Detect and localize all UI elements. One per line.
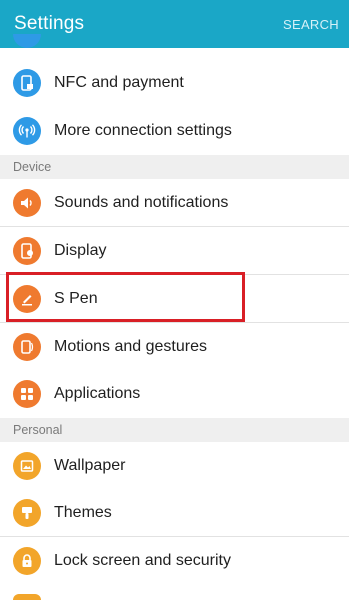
settings-item-label: Lock screen and security — [54, 552, 231, 569]
partial-bottom-icon — [13, 594, 41, 600]
settings-item-label: Themes — [54, 504, 112, 521]
settings-item-display[interactable]: Display — [0, 227, 349, 274]
highlight-box — [6, 272, 245, 322]
settings-item-nfc[interactable]: NFC and payment — [0, 59, 349, 106]
page-title: Settings — [14, 13, 85, 34]
brush-icon — [13, 499, 41, 527]
settings-item-applications[interactable]: Applications — [0, 370, 349, 417]
settings-item-label: Wallpaper — [54, 457, 126, 474]
settings-item-wallpaper[interactable]: Wallpaper — [0, 442, 349, 489]
settings-item-themes[interactable]: Themes — [0, 489, 349, 536]
section-header-personal: Personal — [0, 418, 349, 442]
settings-item-label: Sounds and notifications — [54, 194, 229, 211]
settings-item-label: Display — [54, 242, 107, 259]
section-label: Personal — [13, 423, 63, 437]
settings-item-label: Motions and gestures — [54, 338, 207, 355]
speaker-icon — [13, 189, 41, 217]
settings-item-motions[interactable]: Motions and gestures — [0, 323, 349, 370]
app-bar: Settings SEARCH — [0, 0, 349, 48]
nfc-icon — [13, 69, 41, 97]
settings-item-label: More connection settings — [54, 122, 232, 139]
motion-icon — [13, 333, 41, 361]
lock-icon — [13, 547, 41, 575]
section-header-device: Device — [0, 155, 349, 179]
section-label: Device — [13, 160, 52, 174]
settings-item-more-connection[interactable]: More connection settings — [0, 107, 349, 154]
display-icon — [13, 237, 41, 265]
apps-grid-icon — [13, 380, 41, 408]
wallpaper-icon — [13, 452, 41, 480]
settings-item-lock-screen[interactable]: Lock screen and security — [0, 537, 349, 584]
search-button[interactable]: SEARCH — [283, 17, 339, 32]
wireless-icon — [13, 117, 41, 145]
settings-item-sounds[interactable]: Sounds and notifications — [0, 179, 349, 226]
settings-item-label: Applications — [54, 385, 141, 402]
settings-item-label: NFC and payment — [54, 74, 184, 91]
